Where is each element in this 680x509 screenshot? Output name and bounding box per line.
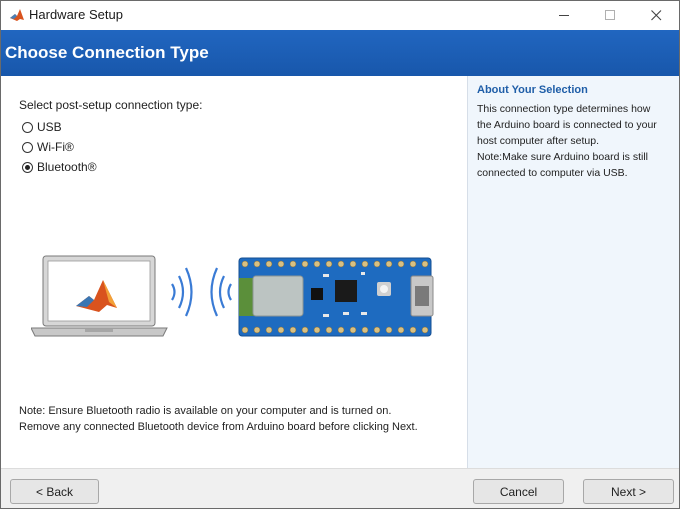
laptop-icon (31, 255, 168, 337)
bluetooth-note: Note: Ensure Bluetooth radio is availabl… (19, 403, 418, 435)
bluetooth-label: Bluetooth® (37, 160, 97, 174)
title-bar: Hardware Setup (1, 1, 679, 30)
radio-option-wifi[interactable]: Wi-Fi® (22, 140, 74, 154)
footer-bar: < Back Cancel Next > (1, 468, 679, 508)
page-title: Choose Connection Type (5, 43, 209, 62)
cancel-button[interactable]: Cancel (473, 479, 564, 504)
connection-type-prompt: Select post-setup connection type: (19, 98, 203, 112)
radio-option-bluetooth[interactable]: Bluetooth® (22, 160, 97, 174)
note-line-1: Note: Ensure Bluetooth radio is availabl… (19, 405, 392, 417)
matlab-icon (9, 7, 25, 23)
page-header: Choose Connection Type (1, 30, 679, 76)
bluetooth-radio[interactable] (22, 161, 33, 173)
hardware-setup-window: Hardware Setup Choose Connection Type Se… (0, 0, 680, 509)
back-button[interactable]: < Back (10, 479, 99, 504)
window-title: Hardware Setup (29, 7, 123, 22)
arduino-board-icon (238, 257, 434, 337)
connection-illustration (31, 255, 434, 337)
main-panel: Select post-setup connection type: USB W… (1, 76, 467, 468)
minimize-button[interactable] (541, 1, 587, 30)
maximize-button[interactable] (587, 1, 633, 30)
about-selection-panel: About Your Selection This connection typ… (467, 76, 679, 468)
minimize-icon (558, 15, 569, 16)
bluetooth-signal-icon (171, 267, 232, 317)
close-icon (650, 10, 661, 21)
note-line-2: Remove any connected Bluetooth device fr… (19, 421, 418, 433)
wifi-label: Wi-Fi® (37, 140, 74, 154)
maximize-icon (604, 10, 615, 20)
about-selection-title: About Your Selection (477, 84, 588, 96)
close-button[interactable] (633, 1, 679, 30)
next-button[interactable]: Next > (583, 479, 674, 504)
wifi-radio[interactable] (22, 141, 33, 153)
usb-radio[interactable] (22, 121, 33, 133)
radio-option-usb[interactable]: USB (22, 120, 62, 134)
usb-label: USB (37, 120, 62, 134)
about-selection-text: This connection type determines how the … (477, 103, 657, 179)
